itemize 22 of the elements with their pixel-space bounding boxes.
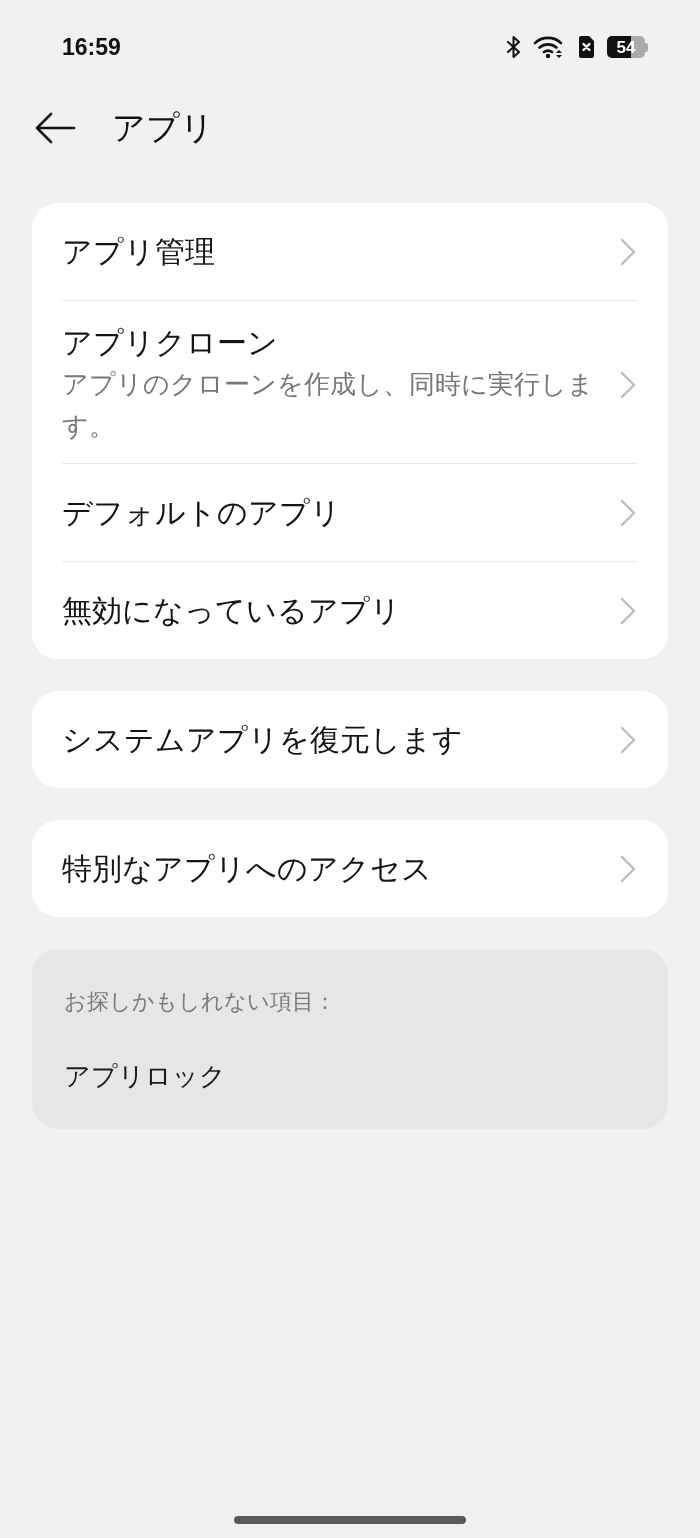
row-title: アプリクローン — [62, 324, 279, 362]
chevron-right-icon — [620, 596, 636, 625]
wifi-icon — [533, 35, 565, 59]
chevron-right-icon — [620, 854, 636, 883]
row-title: 無効になっているアプリ — [62, 591, 402, 630]
back-button[interactable] — [33, 111, 77, 145]
chevron-right-icon — [620, 498, 636, 527]
row-description: アプリのクローンを作成し、同時に実行します。 — [62, 368, 595, 443]
chevron-right-icon — [620, 725, 636, 754]
status-time: 16:59 — [62, 33, 121, 61]
row-title: アプリ管理 — [62, 232, 216, 271]
bluetooth-icon — [507, 35, 521, 59]
back-arrow-icon — [34, 112, 76, 144]
suggested-item-link[interactable]: アプリロック — [64, 1058, 226, 1094]
row-title: 特別なアプリへのアクセス — [62, 849, 433, 888]
chevron-right-icon — [620, 371, 636, 399]
row-title: デフォルトのアプリ — [62, 493, 342, 532]
page-title: アプリ — [112, 108, 214, 148]
row-title: システムアプリを復元します — [62, 720, 464, 759]
suggestions-heading: お探しかもしれない項目： — [64, 988, 337, 1016]
sim-card-x-icon — [577, 35, 595, 59]
chevron-right-icon — [620, 237, 636, 266]
